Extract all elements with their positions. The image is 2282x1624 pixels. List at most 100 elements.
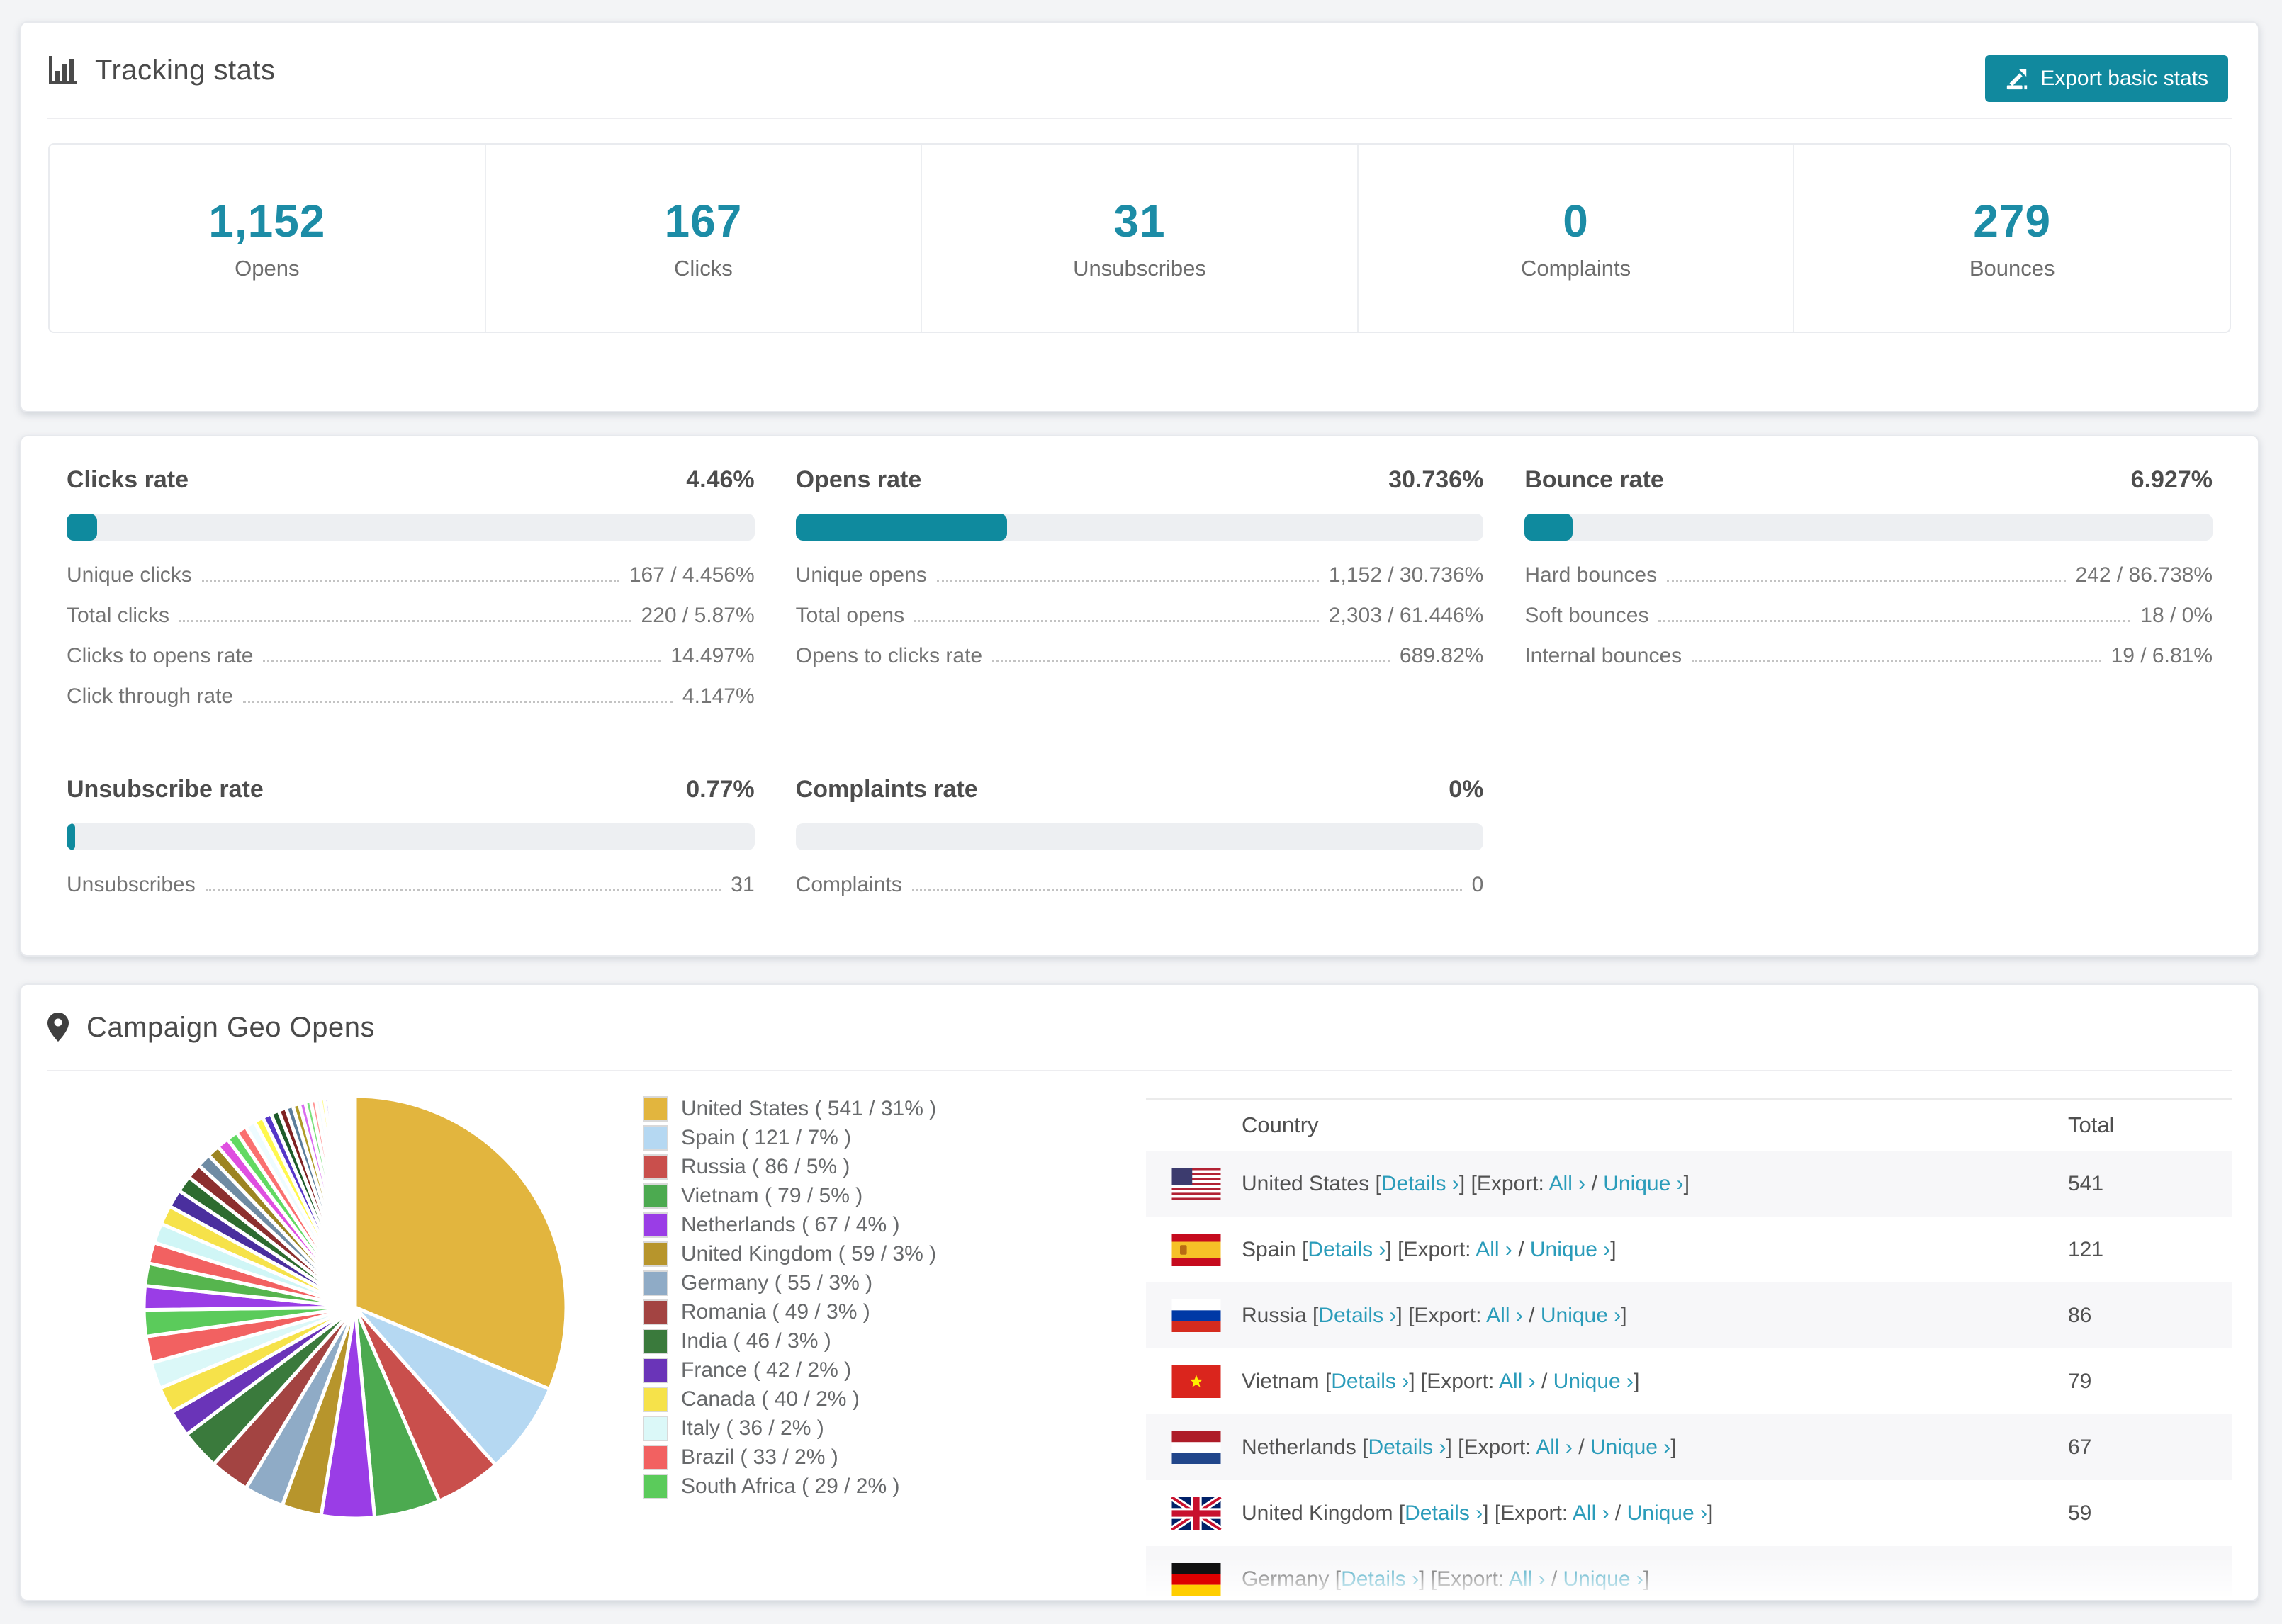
flag-nl-icon	[1171, 1431, 1221, 1464]
rate-row-label: Unsubscribes	[67, 873, 196, 896]
total-cell: 59	[2068, 1501, 2092, 1525]
export-all-link[interactable]: All ›	[1549, 1172, 1586, 1195]
dotted-leader	[1667, 580, 2066, 582]
details-link[interactable]: Details ›	[1405, 1501, 1483, 1525]
total-cell: 121	[2068, 1237, 2104, 1261]
country-cell: Spain [Details ›] [Export: All › / Uniqu…	[1242, 1238, 2068, 1262]
details-link[interactable]: Details ›	[1381, 1172, 1459, 1195]
rate-row-total-opens: Total opens 2,303 / 61.446%	[796, 604, 1484, 644]
rate-row-label: Internal bounces	[1524, 644, 1682, 667]
dotted-leader	[201, 580, 619, 582]
details-link[interactable]: Details ›	[1368, 1436, 1446, 1459]
legend-label: Netherlands ( 67 / 4% )	[681, 1212, 900, 1236]
bracket-text: /	[1535, 1369, 1553, 1393]
tracking-stats-header: Tracking stats	[47, 23, 2232, 119]
legend-label: South Africa ( 29 / 2% )	[681, 1474, 900, 1498]
export-all-link[interactable]: All ›	[1476, 1238, 1512, 1261]
rate-row-label: Opens to clicks rate	[795, 644, 983, 667]
export-unique-link[interactable]: Unique ›	[1603, 1172, 1683, 1195]
rate-progress-fill	[795, 514, 1007, 541]
details-link[interactable]: Details ›	[1318, 1304, 1396, 1327]
export-all-link[interactable]: All ›	[1499, 1370, 1536, 1393]
rate-title: Clicks rate	[67, 466, 189, 493]
rate-row-label: Unique clicks	[67, 563, 192, 587]
rate-value: 0%	[1449, 776, 1484, 803]
rate-row-label: Unique opens	[795, 563, 927, 587]
export-unique-link[interactable]: Unique ›	[1553, 1370, 1634, 1393]
legend-label: Spain ( 121 / 7% )	[681, 1125, 852, 1149]
dotted-leader	[914, 620, 1319, 622]
legend-item-vietnam: Vietnam ( 79 / 5% )	[643, 1181, 936, 1210]
rate-row-unsubscribes: Unsubscribes 31	[67, 873, 755, 913]
legend-item-germany: Germany ( 55 / 3% )	[643, 1268, 936, 1297]
export-unique-link[interactable]: Unique ›	[1563, 1567, 1643, 1591]
bracket-text: /	[1545, 1567, 1563, 1591]
pie-slice-other[interactable]	[352, 1094, 357, 1309]
legend-swatch	[643, 1415, 668, 1441]
rate-row-value: 2,303 / 61.446%	[1328, 604, 1484, 627]
export-unique-link[interactable]: Unique ›	[1590, 1436, 1670, 1459]
details-link[interactable]: Details ›	[1331, 1370, 1409, 1393]
geo-table-row-united-kingdom: United Kingdom [Details ›] [Export: All …	[1146, 1480, 2232, 1546]
rate-row-clicks-to-opens-rate: Clicks to opens rate 14.497%	[67, 644, 755, 684]
geo-table-row-united-states: United States [Details ›] [Export: All ›…	[1146, 1151, 2232, 1217]
country-name: United States	[1242, 1171, 1376, 1195]
legend-label: India ( 46 / 3% )	[681, 1329, 831, 1353]
stat-value: 1,152	[208, 196, 326, 247]
legend-swatch	[643, 1095, 668, 1122]
stat-label: Clicks	[674, 256, 733, 281]
rate-row-value: 1,152 / 30.736%	[1328, 563, 1484, 587]
rate-progress-fill	[67, 514, 98, 541]
stat-value: 0	[1563, 196, 1589, 247]
rate-row-unique-opens: Unique opens 1,152 / 30.736%	[796, 563, 1484, 604]
bracket-text: ]	[1634, 1369, 1640, 1393]
export-all-link[interactable]: All ›	[1573, 1501, 1609, 1525]
bracket-text: /	[1609, 1501, 1627, 1525]
export-all-link[interactable]: All ›	[1509, 1567, 1546, 1591]
dotted-leader	[179, 620, 631, 622]
bracket-text: ]	[1621, 1303, 1627, 1327]
bracket-text: /	[1512, 1237, 1530, 1261]
rates-card: Clicks rate 4.46% Unique clicks 167 / 4.456…	[20, 435, 2259, 957]
details-link[interactable]: Details ›	[1308, 1238, 1386, 1261]
details-link[interactable]: Details ›	[1341, 1567, 1419, 1591]
stat-box-unsubscribes: 31 Unsubscribes	[921, 145, 1357, 332]
rate-progress-bar	[67, 514, 755, 541]
geo-table-row-russia: Russia [Details ›] [Export: All › / Uniq…	[1146, 1282, 2232, 1348]
export-unique-link[interactable]: Unique ›	[1530, 1238, 1610, 1261]
rate-panel-opens-rate: Opens rate 30.736% Unique opens 1,152 / 30.…	[795, 466, 1484, 725]
export-basic-stats-button[interactable]: Export basic stats	[1985, 55, 2228, 102]
export-basic-stats-label: Export basic stats	[2040, 67, 2208, 90]
flag-cell-gb	[1171, 1496, 1242, 1530]
geo-table-row-vietnam: Vietnam [Details ›] [Export: All › / Uni…	[1146, 1348, 2232, 1414]
stat-box-complaints: 0 Complaints	[1356, 145, 1794, 332]
rate-row-click-through-rate: Click through rate 4.147%	[67, 684, 755, 725]
export-unique-link[interactable]: Unique ›	[1541, 1304, 1621, 1327]
dotted-leader	[205, 889, 721, 891]
legend-item-south-africa: South Africa ( 29 / 2% )	[643, 1472, 936, 1501]
bracket-text: ] [Export:	[1458, 1171, 1549, 1195]
campaign-geo-opens-header: Campaign Geo Opens	[47, 985, 2232, 1071]
flag-cell-vn	[1171, 1365, 1242, 1398]
rate-row-label: Complaints	[795, 873, 902, 896]
country-name: United Kingdom	[1242, 1501, 1399, 1525]
export-unique-link[interactable]: Unique ›	[1627, 1501, 1707, 1525]
stat-label: Unsubscribes	[1073, 256, 1206, 281]
rate-row-value: 18 / 0%	[2140, 604, 2213, 627]
flag-cell-de	[1171, 1562, 1242, 1596]
tracking-stats-card: Tracking stats Export basic stats 1,152 O…	[20, 21, 2259, 412]
legend-swatch	[643, 1386, 668, 1412]
export-all-link[interactable]: All ›	[1486, 1304, 1523, 1327]
geo-table-row-germany: Germany [Details ›] [Export: All › / Uni…	[1146, 1546, 2232, 1600]
rate-row-unique-clicks: Unique clicks 167 / 4.456%	[67, 563, 755, 604]
total-cell: 79	[2068, 1369, 2092, 1393]
bracket-text: ] [Export:	[1396, 1303, 1487, 1327]
rate-row-value: 0	[1471, 873, 1484, 896]
country-cell: United Kingdom [Details ›] [Export: All …	[1242, 1501, 2068, 1526]
dotted-leader	[243, 701, 673, 703]
geo-table-row-spain: Spain [Details ›] [Export: All › / Uniqu…	[1146, 1217, 2232, 1282]
rate-row-label: Clicks to opens rate	[67, 644, 254, 667]
rate-value: 30.736%	[1388, 466, 1484, 493]
export-all-link[interactable]: All ›	[1536, 1436, 1573, 1459]
rate-row-label: Total clicks	[67, 604, 170, 627]
